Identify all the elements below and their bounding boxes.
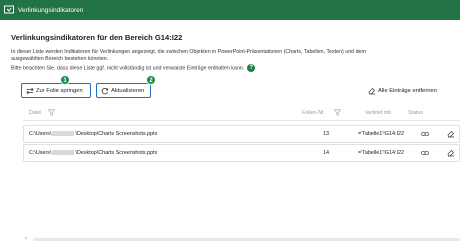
description-line-2: ausgewählten Bereich bestehen könnten. bbox=[11, 56, 109, 63]
redacted-username bbox=[52, 131, 75, 137]
page-title: Verlinkungsindikatoren für den Bereich G… bbox=[11, 33, 183, 42]
eraser-icon bbox=[368, 87, 375, 94]
link-icon bbox=[421, 132, 429, 136]
remove-all-label: Alle Einträge entfernen bbox=[378, 87, 437, 94]
column-header-file[interactable]: Datei bbox=[29, 110, 41, 116]
file-path: C:\Users\ \Desktop\Charts Screenshots.ppt… bbox=[29, 131, 157, 137]
redacted-username bbox=[52, 150, 75, 156]
file-path-start: C:\Users\ bbox=[29, 150, 52, 156]
table-row[interactable]: C:\Users\ \Desktop\Charts Screenshots.ppt… bbox=[23, 144, 460, 162]
file-path-end: \Desktop\Charts Screenshots.pptx bbox=[75, 150, 158, 156]
window-title: Verlinkungsindikatoren bbox=[18, 6, 84, 14]
toolbar: Zur Folie springen Aktualisieren 1 2 All… bbox=[0, 75, 460, 100]
filter-icon[interactable] bbox=[334, 109, 341, 116]
step-badge-1: 1 bbox=[60, 75, 70, 85]
table-header: Datei Folien-Nr. Verlinkt mit Status bbox=[23, 107, 460, 121]
table-row[interactable]: C:\Users\ \Desktop\Charts Screenshots.ppt… bbox=[23, 125, 460, 143]
eraser-icon[interactable] bbox=[447, 130, 455, 138]
eraser-icon[interactable] bbox=[447, 149, 455, 157]
swap-arrows-icon bbox=[26, 87, 34, 94]
scroll-left-arrow-icon[interactable]: ‹ bbox=[25, 236, 27, 243]
app-logo-icon bbox=[4, 5, 14, 15]
horizontal-scrollbar[interactable]: ‹ bbox=[23, 236, 460, 243]
description-text: In dieser Liste werden Indikatoren für V… bbox=[11, 49, 457, 73]
refresh-button[interactable]: Aktualisieren bbox=[96, 83, 151, 98]
column-header-status[interactable]: Status bbox=[408, 110, 423, 116]
filter-icon[interactable] bbox=[48, 109, 55, 116]
refresh-icon bbox=[101, 87, 109, 94]
description-line-3-text: Bitte beachten Sie, dass diese Liste ggf… bbox=[11, 65, 245, 72]
file-path-end: \Desktop\Charts Screenshots.pptx bbox=[75, 131, 158, 137]
slide-number: 14 bbox=[323, 150, 329, 156]
help-icon[interactable]: ? bbox=[247, 63, 256, 72]
remove-all-entries-button[interactable]: Alle Einträge entfernen bbox=[364, 83, 460, 98]
description-line-1: In dieser Liste werden Indikatoren für V… bbox=[11, 49, 366, 55]
link-icon bbox=[421, 151, 429, 155]
linked-range: ='Tabelle1'!G14:I22 bbox=[358, 150, 404, 156]
column-header-slide[interactable]: Folien-Nr. bbox=[302, 110, 325, 116]
scrollbar-track[interactable] bbox=[33, 238, 460, 241]
window-titlebar: Verlinkungsindikatoren bbox=[0, 0, 460, 20]
column-header-linked[interactable]: Verlinkt mit bbox=[365, 110, 391, 116]
step-badge-2: 2 bbox=[146, 75, 156, 85]
linked-range: ='Tabelle1'!G14:I22 bbox=[358, 131, 404, 137]
slide-number: 13 bbox=[323, 131, 329, 137]
file-path-start: C:\Users\ bbox=[29, 131, 52, 137]
refresh-label: Aktualisieren bbox=[111, 87, 145, 94]
goto-slide-label: Zur Folie springen bbox=[36, 87, 83, 94]
file-path: C:\Users\ \Desktop\Charts Screenshots.ppt… bbox=[29, 150, 157, 156]
description-line-3: Bitte beachten Sie, dass diese Liste ggf… bbox=[11, 63, 457, 73]
goto-slide-button[interactable]: Zur Folie springen bbox=[21, 83, 91, 98]
